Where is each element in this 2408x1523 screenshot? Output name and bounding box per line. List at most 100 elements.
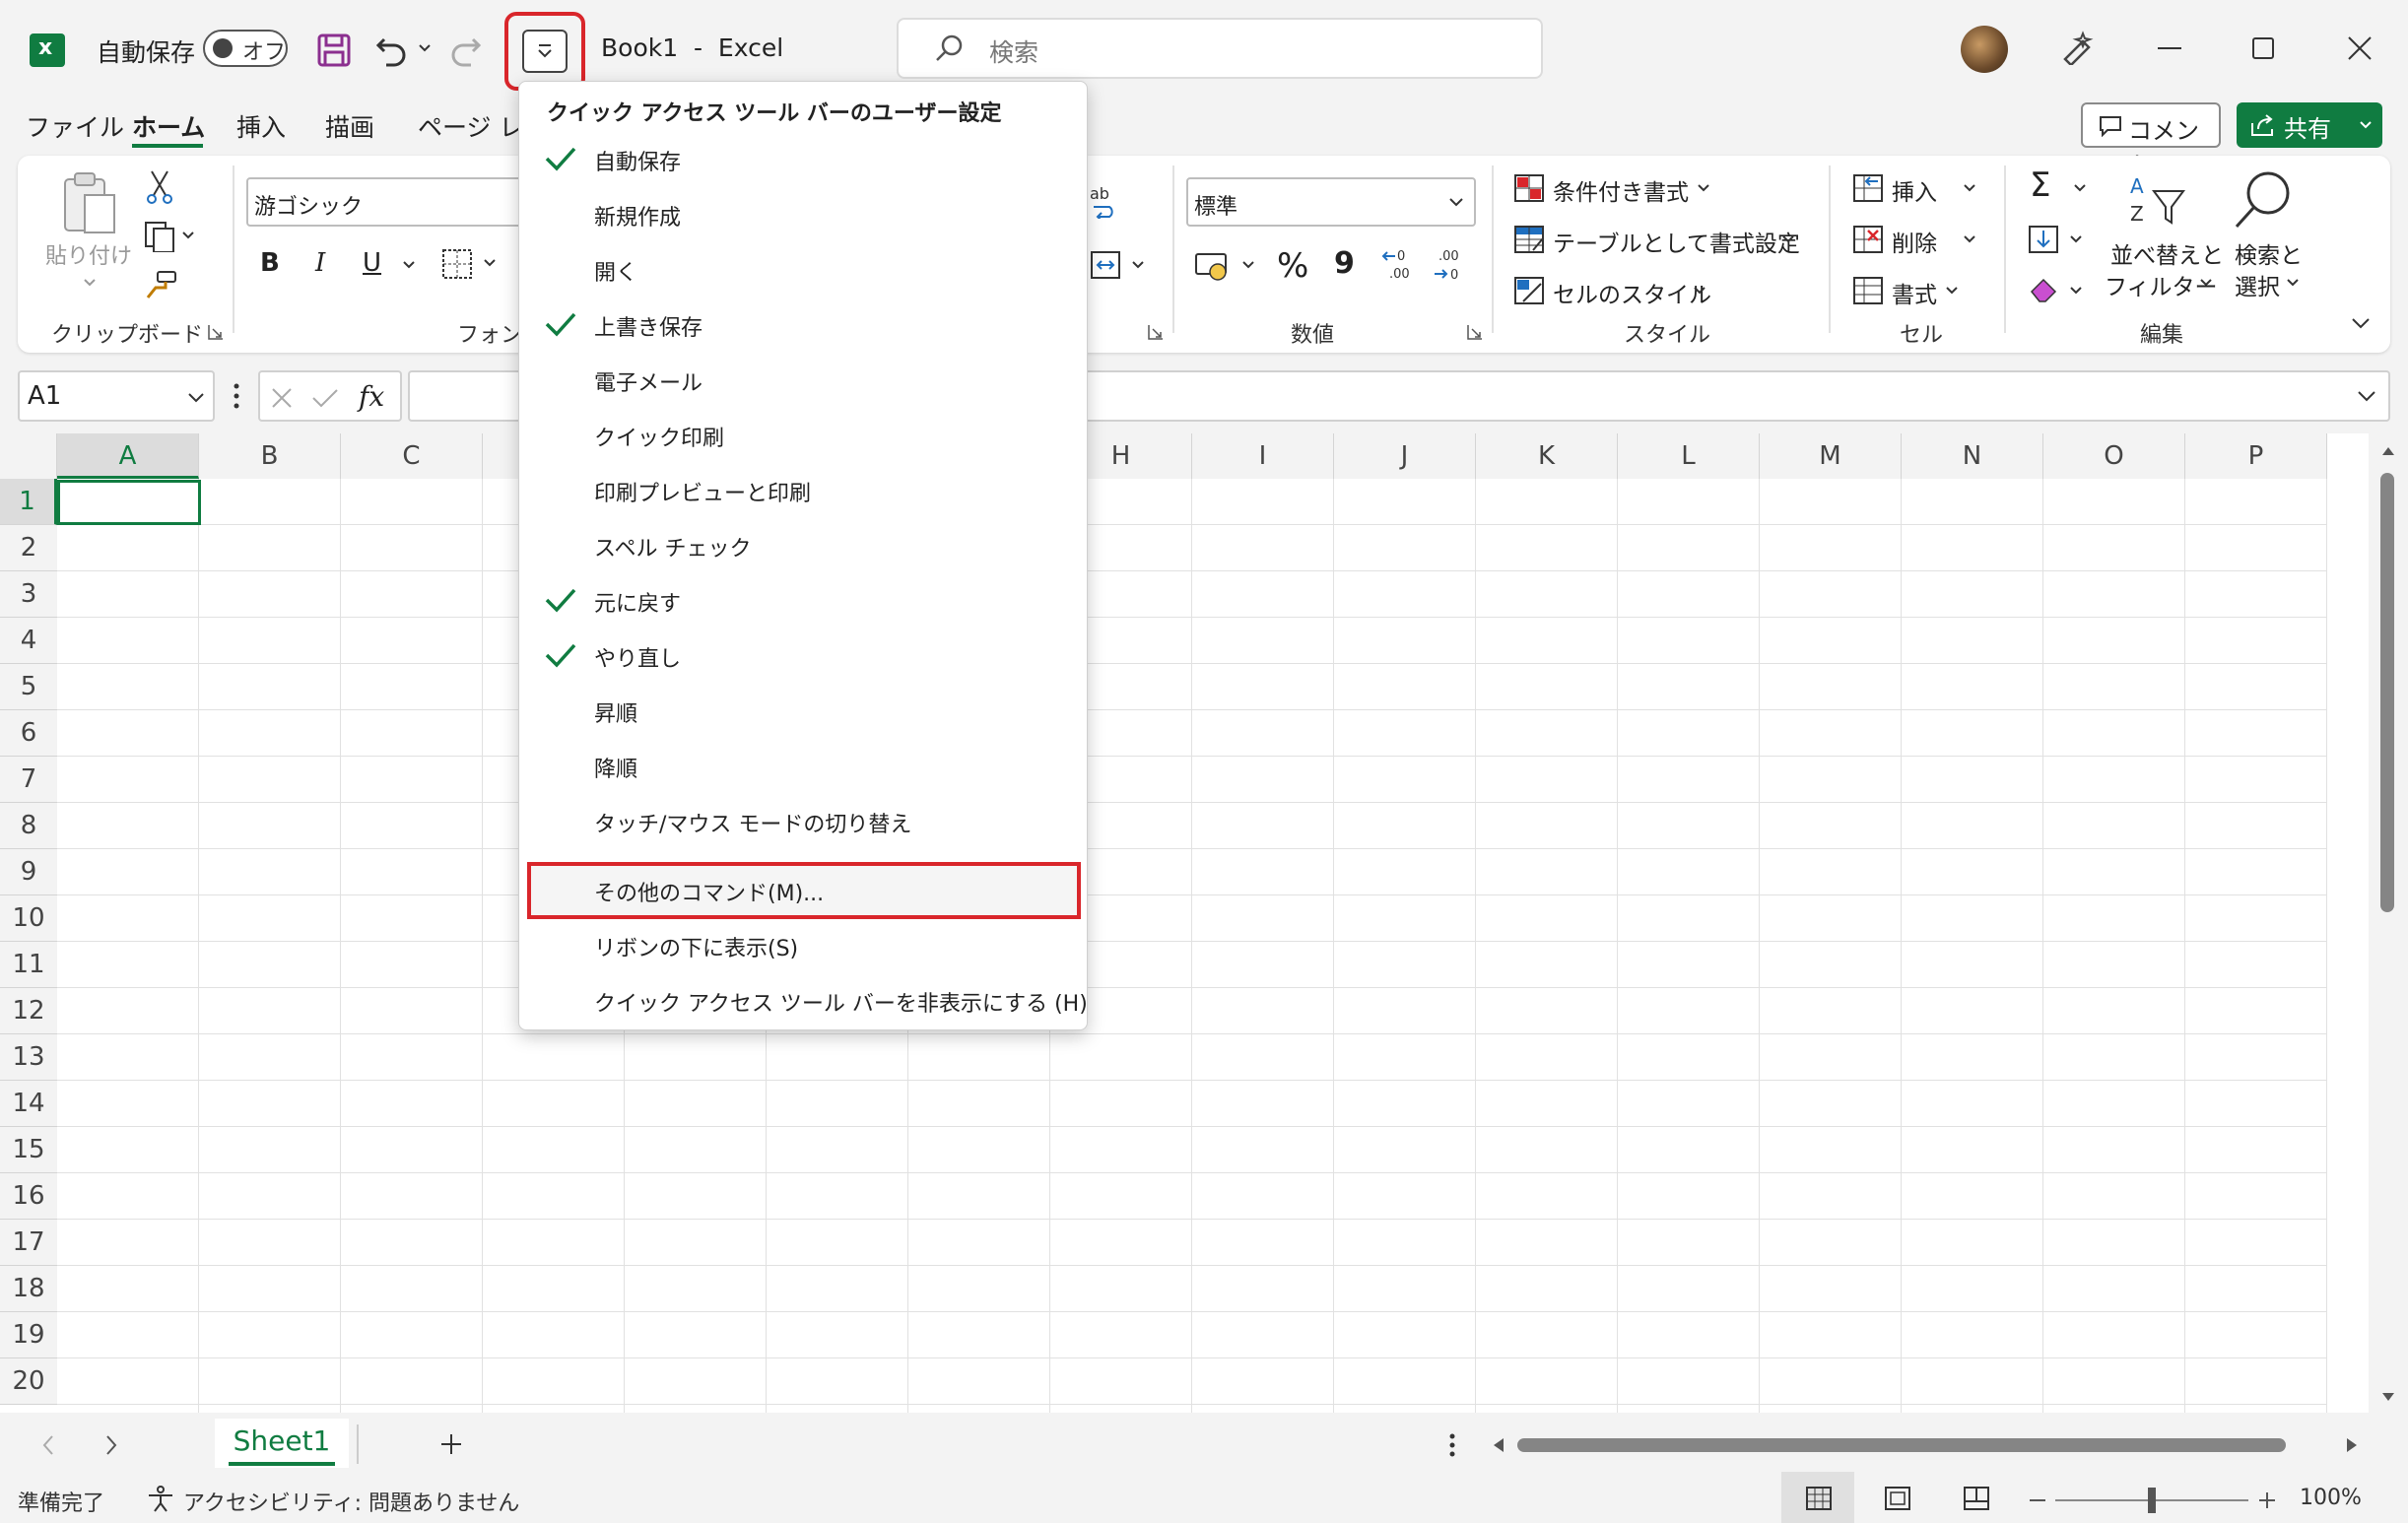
zoom-out-icon[interactable] [2030,1499,2045,1501]
menu-item[interactable]: 上書き保存 [519,297,1087,352]
column-header[interactable]: J [1334,433,1476,479]
paste-label[interactable]: 貼り付け [45,238,132,270]
chevron-down-icon[interactable] [2357,390,2376,404]
hscroll-right-icon[interactable] [2345,1436,2359,1454]
delete-cells-icon[interactable] [1852,225,1884,254]
insert-dropdown-icon[interactable] [1963,183,1976,193]
sort-dropdown-icon[interactable] [2199,278,2213,288]
maximize-icon[interactable] [2252,37,2274,59]
menu-item[interactable]: 開く [519,241,1087,297]
fx-button[interactable]: fx [359,380,384,413]
sort-filter-label-1[interactable]: 並べ替えと [2110,236,2224,270]
format-cells-icon[interactable] [1852,276,1884,305]
ribbon-collapse-icon[interactable] [2351,317,2371,331]
page-layout-view-icon[interactable] [1884,1486,1911,1511]
cut-icon[interactable] [144,169,175,205]
selected-cell-a1[interactable] [57,480,201,525]
row-header[interactable]: 7 [0,757,57,803]
underline-dropdown-icon[interactable] [402,260,416,270]
row-header[interactable]: 8 [0,803,57,849]
row-header[interactable]: 20 [0,1358,57,1405]
menu-item[interactable]: リボンの下に表示(S) [519,917,1087,972]
decrease-decimal-icon[interactable]: .00 0 [1433,248,1472,282]
find-select-icon[interactable] [2231,169,2296,231]
enter-icon[interactable] [311,386,339,410]
chevron-down-icon[interactable] [2359,120,2373,130]
cell-styles-icon[interactable] [1513,276,1545,305]
row-header[interactable]: 9 [0,849,57,895]
delete-dropdown-icon[interactable] [1963,234,1976,244]
tab-file[interactable]: ファイル [26,108,124,144]
add-sheet-icon[interactable] [439,1432,463,1456]
menu-item[interactable]: タッチ/マウス モードの切り替え [519,793,1087,848]
format-painter-icon[interactable] [144,270,177,301]
tab-home[interactable]: ホーム [132,108,205,144]
menu-item[interactable]: クイック アクセス ツール バーを非表示にする (H) [519,972,1088,1027]
cell-styles-label[interactable]: セルのスタイル [1553,276,1711,309]
row-header[interactable]: 1 [0,479,57,525]
alignment-launcher-icon[interactable] [1147,323,1165,341]
zoom-level[interactable]: 100% [2300,1486,2362,1510]
row-header[interactable]: 17 [0,1220,57,1266]
spreadsheet-grid[interactable]: ABCDEFGHIJKLMNOP123456789101112131415161… [0,433,2369,1413]
column-header[interactable]: M [1760,433,1902,479]
menu-item[interactable]: その他のコマンド(M)... [519,862,1087,917]
tab-page-layout[interactable]: ページ レ [418,108,523,144]
menu-item[interactable]: 降順 [519,738,1087,793]
paste-icon[interactable] [59,169,122,238]
zoom-in-icon[interactable] [2258,1491,2276,1509]
menu-item[interactable]: 自動保存 [519,131,1087,186]
menu-item[interactable]: やり直し [519,628,1087,683]
cell-styles-dropdown-icon[interactable] [1693,286,1706,296]
currency-icon[interactable] [1192,250,1259,284]
menu-item[interactable]: スペル チェック [519,517,1087,572]
border-icon[interactable] [441,248,501,280]
format-as-table-label[interactable]: テーブルとして書式設定 [1553,225,1800,258]
row-header[interactable]: 18 [0,1266,57,1312]
share-button[interactable]: 共有 [2237,102,2382,148]
insert-cells-label[interactable]: 挿入 [1892,173,1937,207]
bold-button[interactable]: B [260,248,280,278]
comment-button[interactable]: コメント [2081,102,2221,179]
normal-view-icon[interactable] [1781,1472,1854,1523]
find-select-label-1[interactable]: 検索と [2235,236,2303,270]
conditional-dropdown-icon[interactable] [1697,183,1710,193]
status-accessibility[interactable]: アクセシビリティ: 問題ありません [183,1486,519,1517]
select-all-corner[interactable] [0,433,57,479]
column-header[interactable]: O [2043,433,2185,479]
name-box[interactable]: A1 [18,370,215,422]
number-format-combo[interactable]: 標準 [1186,177,1476,227]
menu-item[interactable]: 電子メール [519,352,1087,407]
font-name-combo[interactable]: 游ゴシック [246,177,522,227]
row-header[interactable]: 4 [0,618,57,664]
format-dropdown-icon[interactable] [1945,286,1959,296]
minimize-icon[interactable] [2158,47,2181,49]
sheet-tab-sheet1[interactable]: Sheet1 [215,1419,349,1468]
row-header[interactable]: 16 [0,1173,57,1220]
menu-item[interactable]: 元に戻す [519,572,1087,628]
menu-item[interactable]: 昇順 [519,683,1087,738]
tab-insert[interactable]: 挿入 [236,108,286,144]
save-icon[interactable] [317,33,351,67]
increase-decimal-icon[interactable]: 0.00 [1381,248,1421,282]
find-dropdown-icon[interactable] [2286,278,2300,288]
hscroll-left-icon[interactable] [1492,1436,1505,1454]
comma-button[interactable]: 9 [1334,246,1355,281]
column-header[interactable]: N [1902,433,2043,479]
delete-cells-label[interactable]: 削除 [1892,225,1937,258]
row-header[interactable]: 6 [0,710,57,757]
scroll-up-icon[interactable] [2380,445,2396,457]
avatar[interactable] [1961,26,2008,73]
column-header[interactable]: A [57,433,199,479]
insert-cells-icon[interactable] [1852,173,1884,203]
fill-icon[interactable] [2028,225,2087,254]
paste-dropdown-icon[interactable] [83,278,97,288]
column-header[interactable]: B [199,433,341,479]
sheet-next-icon[interactable] [104,1434,118,1456]
row-header[interactable]: 5 [0,664,57,710]
zoom-slider-thumb[interactable] [2148,1488,2156,1513]
conditional-format-label[interactable]: 条件付き書式 [1553,173,1689,207]
menu-item[interactable]: 新規作成 [519,186,1087,241]
italic-button[interactable]: I [315,248,325,278]
row-header[interactable]: 19 [0,1312,57,1358]
